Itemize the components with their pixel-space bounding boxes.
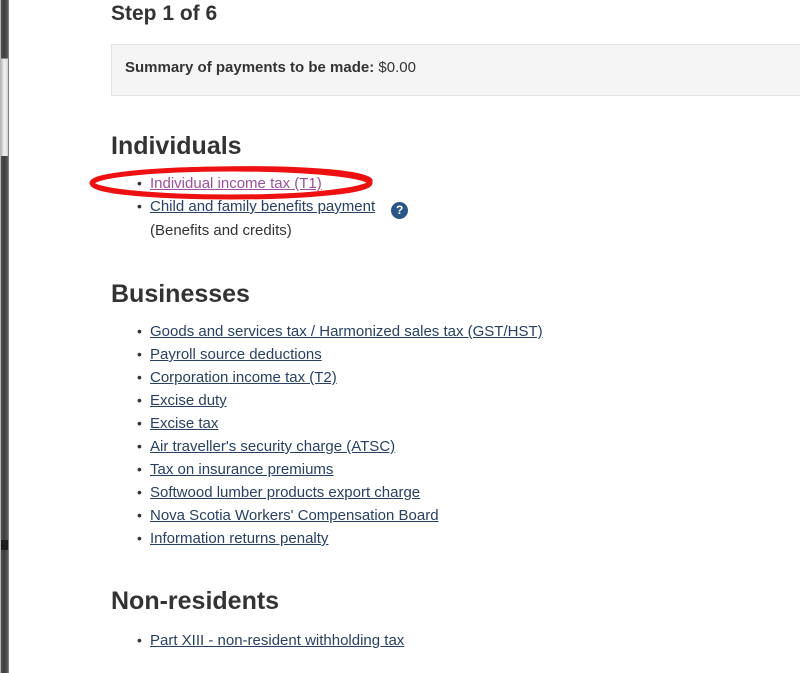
benefits-and-credits-sublabel: (Benefits and credits) [150, 222, 292, 239]
section-heading-individuals: Individuals [111, 132, 242, 160]
list-item: Air traveller's security charge (ATSC) [137, 435, 543, 458]
summary-amount: $0.00 [378, 59, 416, 76]
link-payroll-source-deductions[interactable]: Payroll source deductions [150, 346, 322, 363]
summary-label: Summary of payments to be made: [125, 59, 375, 76]
list-item: Part XIII - non-resident withholding tax [137, 629, 404, 652]
list-item-sublabel: (Benefits and credits) [150, 219, 408, 242]
page-content: Step 1 of 6 Summary of payments to be ma… [0, 0, 800, 673]
help-icon[interactable]: ? [391, 202, 409, 219]
link-corporation-income-tax[interactable]: Corporation income tax (T2) [150, 369, 337, 386]
list-item: Goods and services tax / Harmonized sale… [137, 320, 543, 343]
nonresidents-link-list: Part XIII - non-resident withholding tax [111, 629, 404, 652]
list-item: Information returns penalty [137, 527, 543, 550]
individuals-link-list: Individual income tax (T1) Child and fam… [111, 172, 409, 242]
link-child-and-family-benefits-payment[interactable]: Child and family benefits payment [150, 198, 375, 215]
list-item: Nova Scotia Workers' Compensation Board [137, 504, 543, 527]
summary-panel: Summary of payments to be made: $0.00 [111, 44, 800, 96]
link-softwood-lumber-export-charge[interactable]: Softwood lumber products export charge [150, 484, 420, 501]
link-excise-duty[interactable]: Excise duty [150, 392, 227, 409]
list-item: Individual income tax (T1) [137, 172, 408, 195]
summary-text: Summary of payments to be made: $0.00 [125, 59, 416, 76]
list-item: Excise duty [137, 389, 543, 412]
list-item: Corporation income tax (T2) [137, 366, 543, 389]
list-item: Softwood lumber products export charge [137, 481, 543, 504]
list-item: Excise tax [137, 412, 543, 435]
link-tax-on-insurance-premiums[interactable]: Tax on insurance premiums [150, 461, 333, 478]
section-heading-businesses: Businesses [111, 280, 250, 308]
link-part-xiii-non-resident-withholding-tax[interactable]: Part XIII - non-resident withholding tax [150, 632, 404, 649]
section-heading-nonresidents: Non-residents [111, 587, 280, 615]
businesses-link-list: Goods and services tax / Harmonized sale… [111, 320, 543, 550]
list-item: Payroll source deductions [137, 343, 543, 366]
link-excise-tax[interactable]: Excise tax [150, 415, 218, 432]
link-air-travellers-security-charge[interactable]: Air traveller's security charge (ATSC) [150, 438, 395, 455]
link-information-returns-penalty[interactable]: Information returns penalty [150, 530, 328, 547]
list-item: Tax on insurance premiums [137, 458, 543, 481]
page-title: Step 1 of 6 [111, 2, 218, 25]
link-gst-hst[interactable]: Goods and services tax / Harmonized sale… [150, 323, 543, 340]
link-individual-income-tax[interactable]: Individual income tax (T1) [150, 175, 322, 192]
list-item: Child and family benefits payment? [137, 195, 409, 219]
link-nova-scotia-workers-compensation-board[interactable]: Nova Scotia Workers' Compensation Board [150, 507, 439, 524]
